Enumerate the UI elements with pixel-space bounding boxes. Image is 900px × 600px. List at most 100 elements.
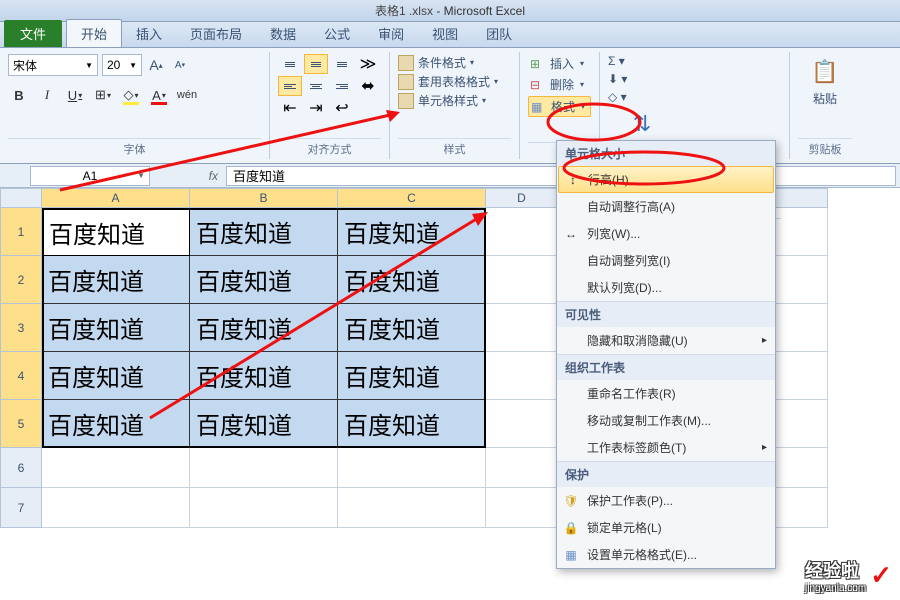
cell-c7[interactable] [338,488,486,528]
clear-button[interactable]: ◇ ▾ [608,90,627,104]
cell-d6[interactable] [486,448,558,488]
cell-a5[interactable]: 百度知道 [42,400,190,448]
tab-data[interactable]: 数据 [256,20,310,47]
shrink-font-button[interactable]: A▾ [170,55,190,75]
align-middle-button[interactable] [304,54,328,74]
insert-cells-button[interactable]: 插入▾ [528,54,591,73]
cell-b7[interactable] [190,488,338,528]
app-name: Microsoft Excel [444,4,525,18]
cell-b2[interactable]: 百度知道 [190,256,338,304]
menu-move-sheet[interactable]: 移动或复制工作表(M)... [557,407,775,434]
format-cells-button[interactable]: 格式▾ [528,96,591,117]
cell-c4[interactable]: 百度知道 [338,352,486,400]
menu-default-width[interactable]: 默认列宽(D)... [557,274,775,301]
indent-dec-button[interactable]: ⇤ [278,98,302,118]
chevron-down-icon: ▼ [129,61,137,70]
cell-styles-button[interactable]: 单元格样式▾ [398,92,511,109]
menu-tab-color[interactable]: 工作表标签颜色(T)▸ [557,434,775,461]
tab-home[interactable]: 开始 [66,19,122,47]
paste-button[interactable]: 📋 粘贴 [798,54,852,109]
name-box[interactable]: A1 ▼ [30,166,150,186]
font-color-button[interactable]: A▾ [148,84,170,106]
tab-view[interactable]: 视图 [418,20,472,47]
font-size-select[interactable]: 20 ▼ [102,54,142,76]
italic-button[interactable]: I [36,84,58,106]
cell-c1[interactable]: 百度知道 [338,208,486,256]
col-header-a[interactable]: A [42,188,190,208]
menu-format-cells[interactable]: ▦设置单元格格式(E)... [557,541,775,568]
col-header-d[interactable]: D [486,188,558,208]
cell-b1[interactable]: 百度知道 [190,208,338,256]
tab-review[interactable]: 审阅 [364,20,418,47]
align-right-button[interactable] [330,76,354,96]
cell-a1[interactable]: 百度知道 [42,208,190,256]
col-header-c[interactable]: C [338,188,486,208]
cell-a3[interactable]: 百度知道 [42,304,190,352]
table-format-button[interactable]: 套用表格格式▾ [398,73,511,90]
menu-lock-cell[interactable]: 🔒锁定单元格(L) [557,514,775,541]
row-header-2[interactable]: 2 [0,256,42,304]
cell-a6[interactable] [42,448,190,488]
menu-autofit-col[interactable]: 自动调整列宽(I) [557,247,775,274]
grow-font-button[interactable]: A▴ [146,55,166,75]
title-bar: 表格1 .xlsx - Microsoft Excel [0,0,900,22]
align-top-button[interactable] [278,54,302,74]
orientation-button[interactable]: ≫ [356,54,380,74]
row-header-6[interactable]: 6 [0,448,42,488]
underline-button[interactable]: U▾ [64,84,86,106]
row-header-3[interactable]: 3 [0,304,42,352]
row-header-1[interactable]: 1 [0,208,42,256]
cell-c3[interactable]: 百度知道 [338,304,486,352]
menu-col-width[interactable]: ↔列宽(W)... [557,220,775,247]
cell-d5[interactable] [486,400,558,448]
wrap-button[interactable]: ↩ [330,98,354,118]
tab-team[interactable]: 团队 [472,20,526,47]
cell-d1[interactable] [486,208,558,256]
row-header-7[interactable]: 7 [0,488,42,528]
col-header-b[interactable]: B [190,188,338,208]
fill-button[interactable]: ⬇ ▾ [608,72,627,86]
cell-a4[interactable]: 百度知道 [42,352,190,400]
menu-protect-sheet[interactable]: 🛡保护工作表(P)... [557,487,775,514]
cell-b4[interactable]: 百度知道 [190,352,338,400]
menu-row-height[interactable]: ↕行高(H)... [558,166,774,193]
select-all-corner[interactable] [0,188,42,208]
cell-b5[interactable]: 百度知道 [190,400,338,448]
cell-d3[interactable] [486,304,558,352]
tab-insert[interactable]: 插入 [122,20,176,47]
cell-b6[interactable] [190,448,338,488]
cell-c5[interactable]: 百度知道 [338,400,486,448]
cell-b3[interactable]: 百度知道 [190,304,338,352]
conditional-format-button[interactable]: 条件格式▾ [398,54,511,71]
delete-cells-button[interactable]: 删除▾ [528,75,591,94]
menu-rename-sheet[interactable]: 重命名工作表(R) [557,380,775,407]
autosum-button[interactable]: Σ ▾ [608,54,627,68]
bold-button[interactable]: B [8,84,30,106]
align-center-button[interactable] [304,76,328,96]
cell-c2[interactable]: 百度知道 [338,256,486,304]
menu-hide-unhide[interactable]: 隐藏和取消隐藏(U)▸ [557,327,775,354]
row-header-5[interactable]: 5 [0,400,42,448]
cell-a2[interactable]: 百度知道 [42,256,190,304]
cell-d2[interactable] [486,256,558,304]
border-button[interactable]: ⊞▾ [92,84,114,106]
phonetic-button[interactable]: wén [176,84,198,106]
font-name-select[interactable]: 宋体 ▼ [8,54,98,76]
tab-layout[interactable]: 页面布局 [176,20,256,47]
menu-autofit-row[interactable]: 自动调整行高(A) [557,193,775,220]
cell-a7[interactable] [42,488,190,528]
align-left-button[interactable] [278,76,302,96]
merge-button[interactable]: ⬌ [356,76,380,96]
chevron-down-icon: ▾ [494,77,498,86]
row-header-4[interactable]: 4 [0,352,42,400]
tab-formulas[interactable]: 公式 [310,20,364,47]
indent-inc-button[interactable]: ⇥ [304,98,328,118]
delete-icon [530,78,546,92]
fill-color-button[interactable]: ◇▾ [120,84,142,106]
tab-file[interactable]: 文件 [4,20,62,47]
align-bottom-button[interactable] [330,54,354,74]
cell-d7[interactable] [486,488,558,528]
fx-label[interactable]: fx [158,169,218,183]
cell-d4[interactable] [486,352,558,400]
cell-c6[interactable] [338,448,486,488]
